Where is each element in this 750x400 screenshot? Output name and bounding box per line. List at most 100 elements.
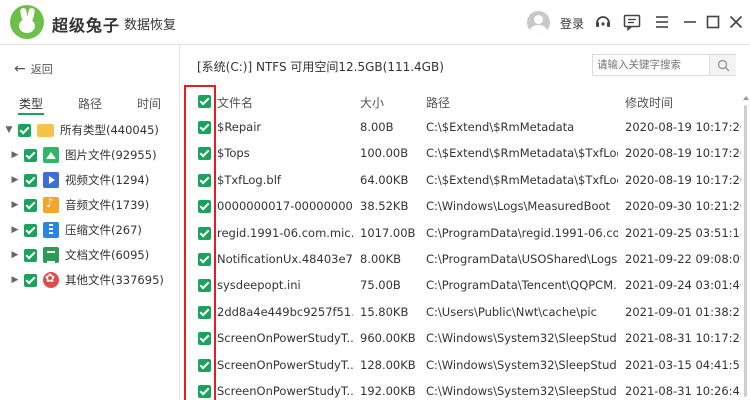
- tree-item-label: 文档文件(6095): [65, 248, 150, 262]
- file-path: C:\ProgramData\regid.1991-06.co...: [426, 225, 618, 240]
- tree-item-other[interactable]: ▶ 其他文件(337695): [10, 270, 164, 290]
- row-checkbox[interactable]: [198, 358, 211, 372]
- file-name: $TxfLog.blf: [217, 172, 281, 187]
- active-tab-indicator: [18, 113, 44, 115]
- tree-item-all-types[interactable]: ▼ 所有类型(440045): [4, 120, 159, 140]
- back-arrow-icon: ←: [14, 61, 26, 77]
- select-all-checkbox[interactable]: [198, 95, 211, 108]
- file-modified-time: 2020-08-19 10:17:20: [625, 146, 741, 161]
- other-file-icon: [43, 271, 59, 288]
- file-name: regid.1991-06.com.mic...: [217, 225, 353, 240]
- left-panel: ← 返回 类型 路径 时间 ▼ 所有类型(440045) ▶ 图片文件(9295…: [0, 45, 180, 400]
- tab-path[interactable]: 路径: [78, 95, 102, 112]
- checkbox[interactable]: [24, 273, 37, 287]
- maximize-icon[interactable]: [703, 12, 723, 32]
- file-size: 960.00KB: [360, 331, 416, 346]
- audio-file-icon: [43, 196, 59, 213]
- file-size: 8.00KB: [360, 252, 402, 266]
- file-path: C:\$Extend\$RmMetadata\$TxfLog: [426, 172, 618, 187]
- vertical-scrollbar[interactable]: [744, 105, 747, 397]
- file-path: C:\ProgramData\USOShared\Logs...: [426, 252, 618, 266]
- row-checkbox[interactable]: [198, 279, 211, 293]
- file-modified-time: 2021-09-25 03:51:18: [625, 225, 741, 240]
- scroll-up-arrow-icon[interactable]: [743, 96, 749, 100]
- row-checkbox[interactable]: [198, 253, 211, 266]
- file-name: NotificationUx.48403e7...: [217, 252, 353, 266]
- checkbox[interactable]: [24, 198, 37, 212]
- row-checkbox[interactable]: [198, 226, 211, 240]
- table-row[interactable]: $Tops 100.00B C:\$Extend\$RmMetadata\$TxfL…: [181, 141, 741, 167]
- checkbox[interactable]: [24, 148, 37, 162]
- tree-item-audio[interactable]: ▶ 音频文件(1739): [10, 195, 149, 215]
- login-link[interactable]: 登录: [560, 15, 584, 32]
- column-header-name[interactable]: 文件名: [217, 94, 253, 111]
- expand-caret-icon[interactable]: ▶: [10, 175, 20, 185]
- checkbox[interactable]: [24, 223, 37, 237]
- table-row[interactable]: ScreenOnPowerStudyT... 960.00KB C:\Windows…: [181, 326, 741, 352]
- file-modified-time: 2020-08-19 10:17:20: [625, 172, 741, 187]
- table-row[interactable]: ScreenOnPowerStudyT... 192.00KB C:\Windows…: [181, 379, 741, 400]
- tree-item-images[interactable]: ▶ 图片文件(92955): [10, 145, 157, 165]
- tab-time[interactable]: 时间: [137, 95, 161, 112]
- file-modified-time: 2020-09-30 10:21:20: [625, 199, 741, 214]
- app-brand: 超级兔子: [52, 16, 121, 35]
- row-checkbox[interactable]: [198, 173, 211, 187]
- expand-caret-icon[interactable]: ▶: [10, 275, 20, 285]
- minimize-icon[interactable]: [680, 12, 700, 32]
- row-checkbox[interactable]: [198, 200, 211, 214]
- expand-caret-icon[interactable]: ▶: [10, 200, 20, 210]
- file-path: C:\Users\Public\Nwt\cache\pic: [426, 304, 597, 319]
- tree-item-label: 视频文件(1294): [65, 173, 150, 187]
- tree-item-documents[interactable]: ▶ 文档文件(6095): [10, 245, 149, 265]
- menu-icon[interactable]: [652, 12, 672, 32]
- tree-item-videos[interactable]: ▶ 视频文件(1294): [10, 170, 149, 190]
- expand-caret-icon[interactable]: ▶: [10, 225, 20, 235]
- file-modified-time: 2021-09-22 09:08:09: [625, 252, 741, 266]
- file-name: $Tops: [217, 146, 250, 161]
- row-checkbox[interactable]: [198, 121, 211, 134]
- user-avatar-icon[interactable]: [527, 11, 550, 34]
- tree-item-label: 其他文件(337695): [65, 273, 164, 287]
- table-row[interactable]: 2dd8a4e449bc9257f51... 15.80KB C:\Users\Pu…: [181, 300, 741, 326]
- checkbox[interactable]: [24, 173, 37, 187]
- tree-item-archives[interactable]: ▶ 压缩文件(267): [10, 220, 142, 240]
- column-header-modified[interactable]: 修改时间: [625, 94, 673, 111]
- table-row[interactable]: regid.1991-06.com.mic... 1017.00B C:\Progr…: [181, 221, 741, 247]
- tree-item-label: 音频文件(1739): [65, 198, 150, 212]
- collapse-caret-icon[interactable]: ▼: [4, 125, 14, 135]
- file-modified-time: 2021-09-24 03:01:46: [625, 278, 741, 293]
- expand-caret-icon[interactable]: ▶: [10, 250, 20, 260]
- file-size: 64.00KB: [360, 172, 409, 187]
- table-row[interactable]: 0000000017-00000000... 38.52KB C:\Windows\…: [181, 194, 741, 220]
- row-checkbox[interactable]: [198, 305, 211, 319]
- document-file-icon: [43, 247, 59, 263]
- table-row[interactable]: ScreenOnPowerStudyT... 128.00KB C:\Windows…: [181, 353, 741, 379]
- expand-caret-icon[interactable]: ▶: [10, 150, 20, 160]
- row-checkbox[interactable]: [198, 147, 211, 161]
- column-header-size[interactable]: 大小: [360, 94, 384, 111]
- checkbox[interactable]: [18, 123, 31, 137]
- search-input[interactable]: [593, 55, 709, 75]
- column-header-path[interactable]: 路径: [426, 94, 450, 111]
- file-modified-time: 2021-08-31 10:26:43: [625, 384, 741, 398]
- file-size: 100.00B: [360, 146, 409, 161]
- file-name: ScreenOnPowerStudyT...: [217, 384, 353, 398]
- search-button[interactable]: [709, 55, 736, 75]
- close-icon[interactable]: [726, 12, 746, 32]
- feedback-icon[interactable]: [622, 12, 642, 32]
- row-checkbox[interactable]: [198, 332, 211, 346]
- support-icon[interactable]: [593, 12, 613, 32]
- back-button[interactable]: ← 返回: [14, 61, 53, 77]
- table-row[interactable]: NotificationUx.48403e7... 8.00KB C:\Progra…: [181, 247, 741, 273]
- file-name: 2dd8a4e449bc9257f51...: [217, 304, 353, 319]
- table-row[interactable]: $Repair 8.00B C:\$Extend\$RmMetadata 2020-0…: [181, 115, 741, 141]
- table-row[interactable]: $TxfLog.blf 64.00KB C:\$Extend\$RmMetadata…: [181, 168, 741, 194]
- row-checkbox[interactable]: [198, 385, 211, 398]
- tab-type[interactable]: 类型: [19, 95, 43, 112]
- table-row[interactable]: sysdeepopt.ini 75.00B C:\ProgramData\Tence…: [181, 273, 741, 299]
- file-size: 15.80KB: [360, 304, 409, 319]
- table-header: 文件名 大小 路径 修改时间: [181, 89, 741, 115]
- file-size: 75.00B: [360, 278, 401, 293]
- checkbox[interactable]: [24, 248, 37, 262]
- file-size: 192.00KB: [360, 384, 416, 398]
